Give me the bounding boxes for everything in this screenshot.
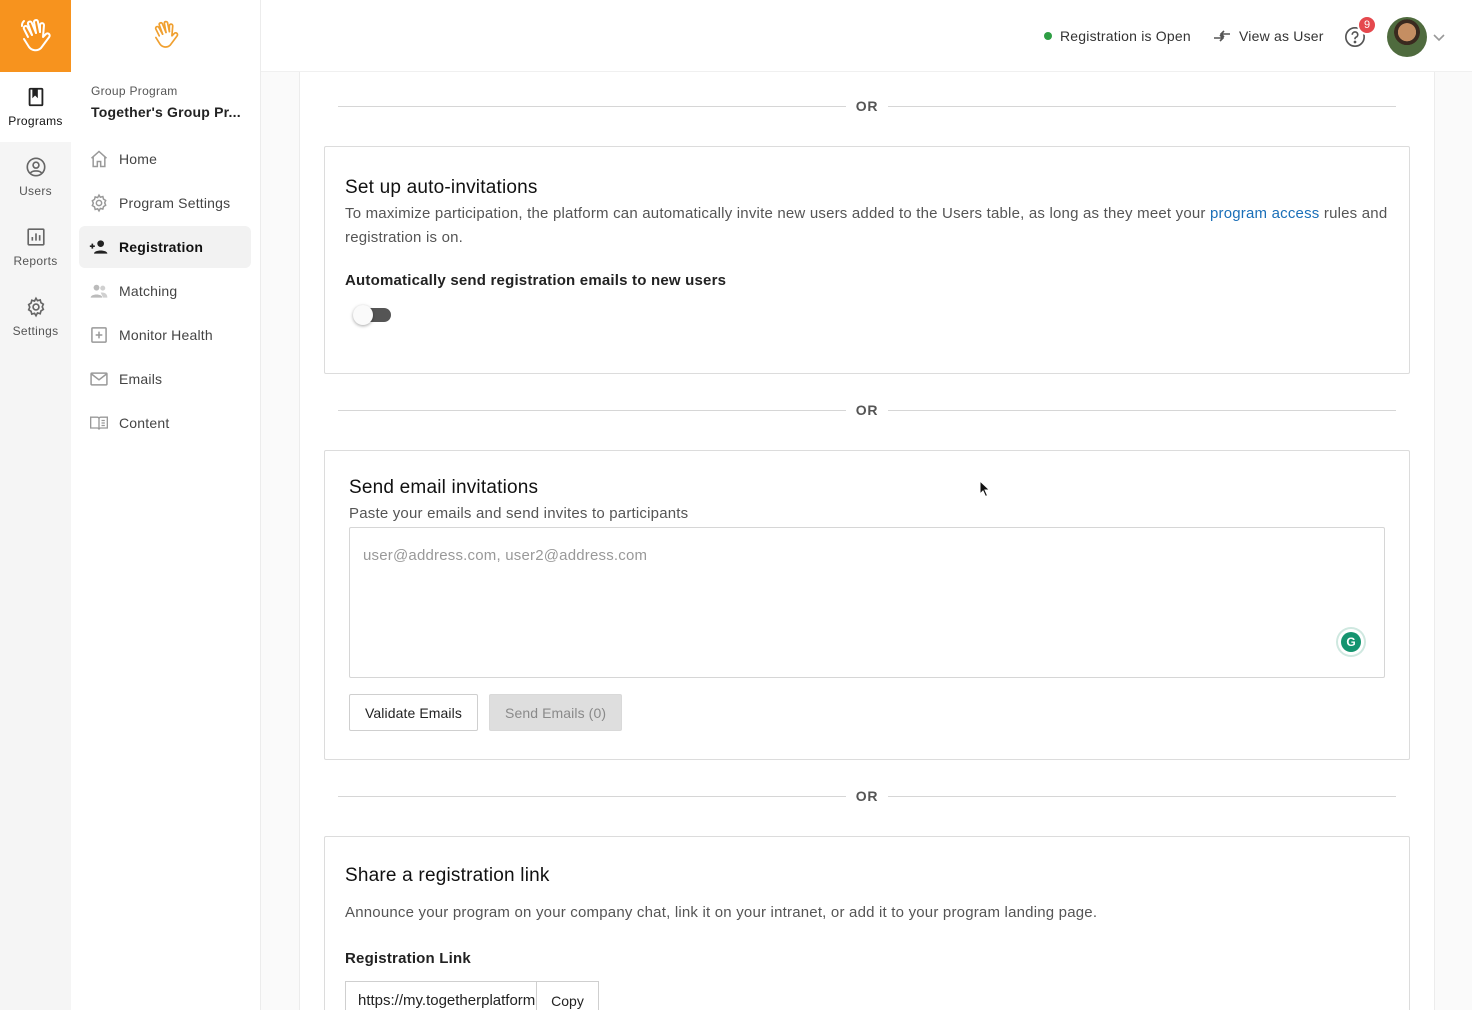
chart-icon [26, 228, 45, 246]
registration-link-field[interactable]: https://my.togetherplatform.com [345, 981, 537, 1010]
grammarly-icon[interactable]: G [1338, 629, 1364, 655]
or-divider: OR [338, 402, 1397, 418]
rail-label-users: Users [19, 184, 52, 198]
rail-label-reports: Reports [13, 254, 58, 268]
gear-icon [27, 296, 44, 318]
sidebar-item-monitor-health[interactable]: Monitor Health [79, 314, 251, 356]
program-access-link[interactable]: program access [1210, 205, 1320, 222]
copy-link-button[interactable]: Copy [536, 981, 599, 1010]
sidebar-item-label: Matching [119, 283, 178, 299]
mouse-cursor-icon [979, 480, 991, 498]
sidebar-item-registration[interactable]: Registration [79, 226, 251, 268]
rail-label-settings: Settings [12, 324, 59, 338]
sidebar-item-label: Emails [119, 371, 163, 387]
view-as-user-button[interactable]: View as User [1213, 28, 1324, 44]
chevron-down-icon[interactable] [1432, 30, 1446, 44]
sidebar-item-content[interactable]: Content [79, 402, 251, 444]
users-icon [90, 284, 108, 298]
send-emails-button[interactable]: Send Emails (0) [489, 694, 623, 731]
registration-panel: OR Set up auto-invitations To maximize p… [299, 72, 1435, 1010]
main-content: OR Set up auto-invitations To maximize p… [261, 72, 1472, 1010]
or-label: OR [855, 402, 879, 418]
rail-item-settings[interactable]: Settings [0, 282, 71, 352]
mail-icon [90, 372, 108, 386]
auto-invitations-title: Set up auto-invitations [345, 177, 538, 198]
email-invitations-card: Send email invitations Paste your emails… [324, 450, 1410, 760]
sidebar-item-matching[interactable]: Matching [79, 270, 251, 312]
registration-status[interactable]: Registration is Open [1044, 28, 1191, 44]
book-icon [28, 87, 43, 107]
registration-link-label: Registration Link [345, 950, 471, 967]
sidebar-item-label: Monitor Health [119, 327, 213, 343]
view-as-user-label: View as User [1239, 28, 1324, 44]
auto-invite-toggle-label: Automatically send registration emails t… [345, 272, 727, 289]
left-rail: Programs Users Reports Settings [0, 0, 71, 1010]
program-type-label: Group Program [91, 84, 178, 98]
brand-hand-icon [154, 20, 179, 48]
emails-textarea[interactable]: user@address.com, user2@address.com [349, 527, 1385, 678]
sidebar-item-label: Program Settings [119, 195, 231, 211]
program-nav: Home Program Settings Registration Match… [79, 138, 251, 446]
rail-label-programs: Programs [8, 114, 63, 128]
or-divider: OR [338, 788, 1397, 804]
plus-box-icon [91, 327, 107, 343]
status-dot-icon [1044, 32, 1052, 40]
app-logo[interactable] [0, 0, 71, 72]
or-label: OR [855, 788, 879, 804]
notification-badge: 9 [1357, 15, 1377, 35]
avatar[interactable] [1387, 17, 1427, 57]
program-sidebar: Group Program Together's Group Pr... Hom… [71, 0, 261, 1010]
top-bar: Registration is Open View as User 9 [261, 0, 1472, 72]
auto-invite-toggle[interactable] [345, 305, 393, 325]
email-invitations-subtitle: Paste your emails and send invites to pa… [349, 505, 689, 522]
rail-item-users[interactable]: Users [0, 142, 71, 212]
registration-status-label: Registration is Open [1060, 28, 1191, 44]
sidebar-item-label: Registration [119, 239, 204, 255]
book-open-icon [90, 416, 108, 430]
sidebar-item-home[interactable]: Home [79, 138, 251, 180]
sidebar-item-program-settings[interactable]: Program Settings [79, 182, 251, 224]
share-link-description: Announce your program on your company ch… [345, 904, 1098, 921]
or-divider: OR [338, 98, 1397, 114]
add-user-icon [89, 240, 108, 254]
share-link-card: Share a registration link Announce your … [324, 836, 1410, 1010]
sidebar-item-label: Content [119, 415, 170, 431]
gear-icon [91, 193, 107, 213]
home-icon [91, 150, 107, 168]
rail-item-reports[interactable]: Reports [0, 212, 71, 282]
email-invitations-title: Send email invitations [349, 477, 539, 498]
or-label: OR [855, 98, 879, 114]
auto-invitations-description: To maximize participation, the platform … [345, 205, 1388, 246]
auto-invitations-card: Set up auto-invitations To maximize part… [324, 146, 1410, 374]
swap-arrows-icon [1214, 30, 1230, 42]
sidebar-item-label: Home [119, 151, 158, 167]
rail-item-programs[interactable]: Programs [0, 72, 71, 142]
share-link-title: Share a registration link [345, 865, 550, 886]
user-circle-icon [25, 157, 46, 177]
hand-wave-icon [20, 19, 51, 52]
program-name: Together's Group Pr... [91, 104, 241, 120]
validate-emails-button[interactable]: Validate Emails [349, 694, 478, 731]
sidebar-item-emails[interactable]: Emails [79, 358, 251, 400]
